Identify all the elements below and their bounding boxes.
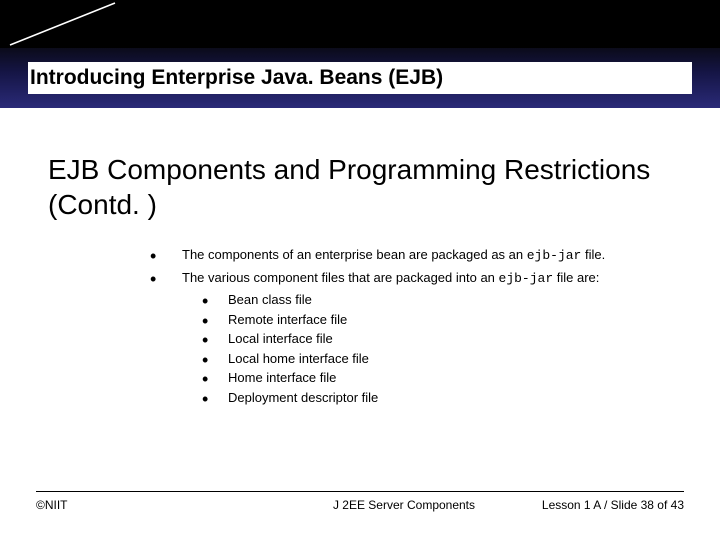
content-body: The components of an enterprise bean are…: [150, 245, 680, 409]
footer-center: J 2EE Server Components: [245, 498, 475, 512]
sub-bullet-item: Bean class file: [182, 290, 680, 310]
sub-bullet-item: Remote interface file: [182, 310, 680, 330]
code-text: ejb-jar: [527, 248, 582, 263]
sub-bullet-item: Home interface file: [182, 368, 680, 388]
sub-bullet-item: Deployment descriptor file: [182, 388, 680, 408]
slide-header-title: Introducing Enterprise Java. Beans (EJB): [28, 62, 692, 94]
header-black-band: [0, 0, 720, 48]
bullet-text-pre: The various component files that are pac…: [182, 270, 499, 285]
sub-bullet-item: Local interface file: [182, 329, 680, 349]
slide: Introducing Enterprise Java. Beans (EJB)…: [0, 0, 720, 540]
footer-right: Lesson 1 A / Slide 38 of 43: [542, 498, 684, 512]
footer-left: ©NIIT: [36, 498, 68, 512]
bullet-item: The components of an enterprise bean are…: [150, 245, 680, 266]
bullet-text-pre: The components of an enterprise bean are…: [182, 247, 527, 262]
bullet-text-post: file.: [581, 247, 605, 262]
bullet-text-post: file are:: [553, 270, 599, 285]
footer: ©NIIT J 2EE Server Components Lesson 1 A…: [36, 491, 684, 512]
content-title: EJB Components and Programming Restricti…: [48, 152, 680, 222]
bullet-item: The various component files that are pac…: [150, 268, 680, 408]
sub-bullet-item: Local home interface file: [182, 349, 680, 369]
code-text: ejb-jar: [499, 271, 554, 286]
